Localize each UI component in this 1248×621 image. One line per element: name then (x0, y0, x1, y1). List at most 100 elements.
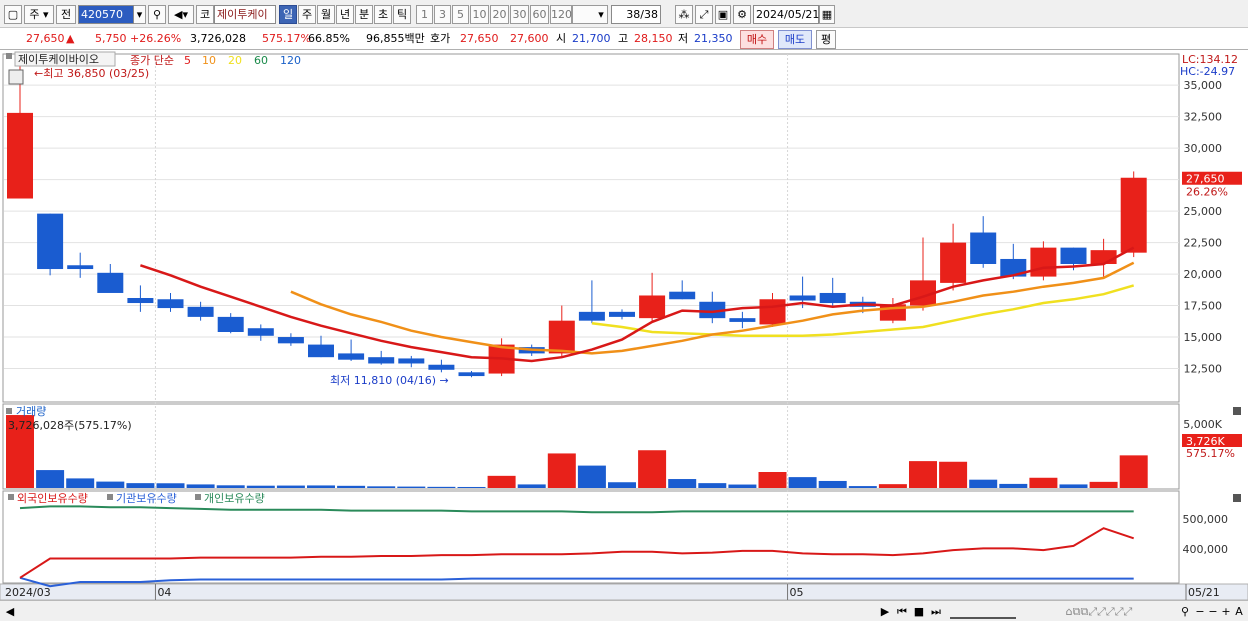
current-price: 27,650 (26, 32, 65, 45)
save-icon[interactable]: ▣ (715, 5, 731, 24)
holding-legend-2: 개인보유수량 (204, 492, 265, 505)
period-tab-4[interactable]: 분 (355, 5, 373, 24)
toolbar: ▢ 주 ▾ 전 420570 ▾ ⚲ ◀▾ 코 제이투케이 일주월년분초틱 13… (0, 0, 1248, 28)
zoom-slider[interactable] (950, 604, 1016, 619)
search-icon[interactable]: ⚲ (148, 5, 166, 24)
period-tab-3[interactable]: 년 (336, 5, 354, 24)
volume-value-label: 3,726,028주(575.17%) (8, 419, 132, 432)
holding-legend-marker (195, 494, 201, 500)
period-tab-5[interactable]: 초 (374, 5, 392, 24)
volume-bar (276, 485, 305, 488)
stop-icon[interactable]: ■ (912, 604, 926, 619)
rewind-icon[interactable]: ⏮ (894, 604, 910, 619)
candle-body (1120, 177, 1147, 253)
minus-icon[interactable]: − (1194, 604, 1206, 619)
volume-bar (1119, 455, 1148, 488)
dash-icon[interactable]: − (1207, 604, 1219, 619)
ma-legend-60: 60 (254, 54, 268, 67)
candle-body (609, 311, 635, 317)
calendar-icon[interactable]: ▦ (819, 5, 835, 24)
x-axis-label: 05 (790, 586, 804, 599)
quote-button[interactable]: 코 (196, 5, 214, 24)
volume-bar (337, 485, 366, 488)
bid-label: 호가 (430, 32, 451, 45)
minute-tab-60[interactable]: 60 (530, 5, 549, 24)
sell-button[interactable]: 매도 (778, 30, 812, 49)
tool-icons[interactable]: ⌂⧉⧉⤢⤢⤢⤢⤢ (1024, 604, 1174, 619)
ma-legend-5: 5 (184, 54, 191, 67)
font-icon[interactable]: A (1233, 604, 1245, 619)
minute-tab-3[interactable]: 3 (434, 5, 451, 24)
open-price: 21,700 (572, 32, 611, 45)
speaker-icon[interactable]: ◀▾ (168, 5, 194, 24)
stock-name-field[interactable]: 제이투케이 (214, 5, 276, 24)
volume-bar (367, 486, 396, 488)
code-dropdown-icon[interactable]: ▾ (134, 5, 146, 24)
candle-body (127, 298, 154, 304)
info-bar: 27,650 ▲ 5,750 +26.26% 3,726,028 575.17%… (0, 28, 1248, 50)
candle-body (7, 112, 33, 199)
candle-body (97, 272, 124, 293)
eval-button[interactable]: 평 (816, 30, 836, 49)
buy-button[interactable]: 매수 (740, 30, 774, 49)
open-label: 시 (556, 32, 567, 45)
ma-legend-120: 120 (280, 54, 301, 67)
gear-icon[interactable]: ⚙ (733, 5, 751, 24)
volume-bar (788, 477, 817, 488)
minute-tab-5[interactable]: 5 (452, 5, 469, 24)
stock-chart[interactable]: 12,50015,00017,50020,00022,50025,00027,5… (0, 50, 1248, 621)
candle-body (247, 328, 274, 336)
minute-tab-30[interactable]: 30 (510, 5, 529, 24)
holding-legend-marker (107, 494, 113, 500)
volume-bar (246, 485, 275, 488)
layout-icon[interactable]: ▢ (4, 5, 22, 24)
forward-icon[interactable]: ⏭ (928, 604, 944, 619)
compare-icon[interactable]: ⁂ (675, 5, 693, 24)
change-rate: +26.26% (130, 32, 182, 45)
volume-bar (969, 479, 998, 488)
period-tab-2[interactable]: 월 (317, 5, 335, 24)
candle-body (37, 213, 64, 270)
custom-period-select[interactable]: ▾ (572, 5, 608, 24)
low-label: 저 (678, 32, 689, 45)
high-annotation: ←최고 36,850 (03/25) (34, 67, 149, 80)
volume-bar (126, 483, 155, 488)
volume-bar (668, 479, 697, 488)
volume-legend-marker (6, 408, 12, 414)
stock-code-input[interactable]: 420570 (78, 5, 134, 24)
volume-bar (1059, 484, 1088, 488)
candle-body (759, 299, 786, 325)
market-select[interactable]: 주 ▾ (24, 5, 54, 24)
count-field[interactable]: 38/38 (611, 5, 661, 24)
minute-tab-10[interactable]: 10 (470, 5, 489, 24)
scroll-left-icon[interactable]: ◀ (4, 604, 16, 619)
draw-tool-icon[interactable]: ⤢ (695, 5, 713, 24)
volume-bar (517, 484, 546, 488)
minute-tab-20[interactable]: 20 (490, 5, 509, 24)
date-field[interactable]: 2024/05/21 (753, 5, 819, 24)
period-tab-1[interactable]: 주 (298, 5, 316, 24)
holding-legend-marker (8, 494, 14, 500)
play-icon[interactable]: ▶ (878, 604, 892, 619)
volume-bar (909, 461, 937, 488)
holding-close-icon (1233, 494, 1241, 502)
ma-legend-20: 20 (228, 54, 242, 67)
stock-name-label: 제이투케이바이오 (18, 53, 99, 66)
candle-body (428, 364, 455, 370)
market-value: 주 (29, 8, 40, 21)
holding-panel-frame (2, 490, 1180, 584)
x-axis-label: 2024/03 (5, 586, 51, 599)
volume-value: 3,726,028 (190, 32, 246, 45)
period-tab-0[interactable]: 일 (279, 5, 297, 24)
type-button[interactable]: 전 (56, 5, 76, 24)
period-tab-6[interactable]: 틱 (393, 5, 411, 24)
zoom-icon[interactable]: ⚲ (1178, 604, 1192, 619)
minute-tab-120[interactable]: 120 (550, 5, 572, 24)
holding-tick-label: 500,000 (1183, 513, 1229, 526)
minute-tab-1[interactable]: 1 (416, 5, 433, 24)
volume-bar (397, 486, 426, 488)
plus-icon[interactable]: + (1220, 604, 1232, 619)
hc-label: HC:-24.97 (1180, 65, 1235, 78)
candle-body (789, 295, 816, 301)
count-value: 38 (626, 8, 641, 21)
